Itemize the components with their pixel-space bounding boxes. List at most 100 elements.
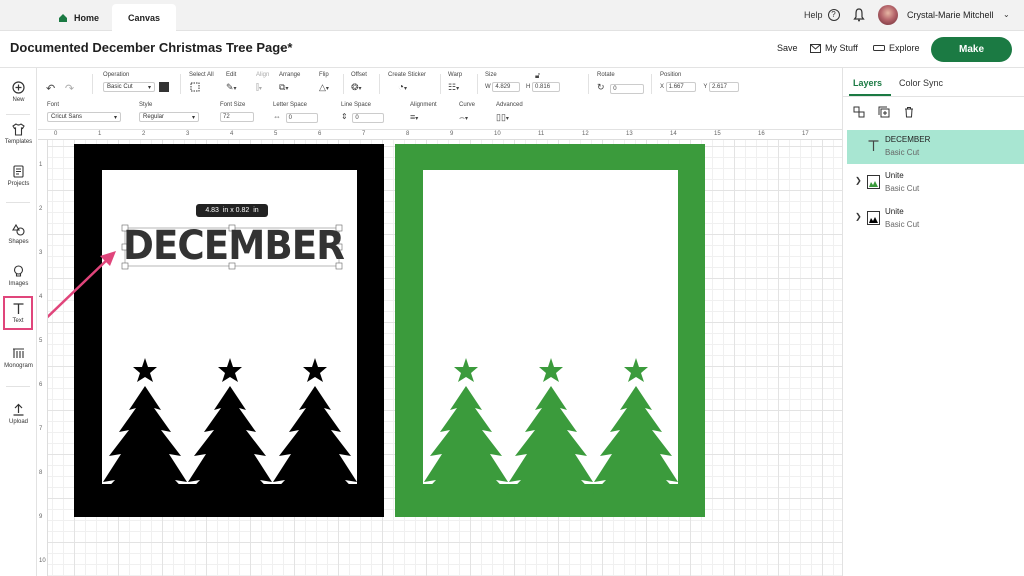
sidebar-item-label: Projects — [7, 181, 30, 187]
ruler-label: 1 — [39, 162, 43, 168]
ruler-label: 8 — [406, 131, 410, 137]
sidebar-item-upload[interactable]: Upload — [0, 394, 37, 434]
divider — [651, 74, 652, 94]
ruler-label: 3 — [186, 131, 190, 137]
tab-home[interactable]: Home — [58, 4, 99, 31]
redo-icon[interactable]: ↷ — [65, 83, 74, 95]
chevron-down-icon[interactable]: ⌄ — [1003, 10, 1010, 19]
horizontal-ruler: 0 1 2 3 4 5 6 7 8 9 10 11 12 13 14 15 16 17 — [38, 130, 842, 140]
divider — [343, 74, 344, 94]
save-button[interactable]: Save — [777, 43, 798, 53]
operation-group: Operation Basic Cut ▾ — [103, 72, 169, 92]
create-sticker-group[interactable]: Create Sticker ◔▾ — [388, 72, 426, 93]
tab-home-label: Home — [74, 12, 100, 23]
operation-select[interactable]: Basic Cut ▾ — [103, 82, 155, 92]
group-icon[interactable] — [853, 106, 865, 118]
sidebar-item-monogram[interactable]: Monogram — [0, 338, 37, 378]
rotate-icon[interactable]: ↻ — [597, 82, 605, 92]
lock-icon[interactable]: 🔓︎ — [535, 71, 540, 81]
alignment-group[interactable]: Alignment ≡▾ — [410, 102, 437, 122]
duplicate-icon[interactable] — [878, 106, 890, 118]
y-label: Y — [703, 84, 708, 90]
design-canvas[interactable]: 4.83 in x 0.82 in DECEMBER — [48, 140, 842, 576]
flip-icon: △ — [319, 82, 326, 92]
divider — [477, 74, 478, 94]
operation-color-swatch[interactable] — [159, 82, 169, 92]
select-all-group[interactable]: Select All — [189, 72, 214, 94]
ruler-label: 13 — [626, 131, 633, 137]
operation-value: Basic Cut — [107, 84, 133, 90]
ruler-label: 9 — [39, 514, 43, 520]
chevron-right-icon[interactable]: ❯ — [855, 176, 862, 185]
explore-button[interactable]: Explore — [873, 43, 920, 53]
sidebar-item-text[interactable]: Text — [3, 296, 33, 330]
layer-item[interactable]: ❯ Unite Basic Cut — [847, 166, 1024, 200]
avatar[interactable] — [878, 5, 898, 25]
style-label: Style — [139, 102, 153, 108]
ruler-label: 15 — [714, 131, 721, 137]
sidebar-item-templates[interactable]: Templates — [0, 114, 37, 154]
make-button[interactable]: Make — [931, 37, 1012, 62]
ruler-label: 5 — [274, 131, 278, 137]
divider — [6, 386, 30, 387]
layer-name: Unite — [885, 171, 904, 180]
y-input[interactable]: 2.617 — [708, 82, 739, 92]
sidebar-item-images[interactable]: Images — [0, 256, 37, 296]
user-name[interactable]: Crystal-Marie Mitchell — [907, 10, 994, 20]
warp-icon: ☷ — [448, 82, 457, 92]
layers-panel: Layers Color Sync DECEMBER Basic Cut ❯ U… — [842, 68, 1024, 576]
bell-icon[interactable] — [853, 8, 865, 22]
december-text[interactable]: DECEMBER — [123, 224, 345, 268]
ruler-label: 10 — [39, 558, 46, 564]
position-group: Position X 1.667 Y 2.617 — [660, 72, 739, 92]
advanced-icon: ▯▯ — [496, 112, 506, 122]
my-stuff-button[interactable]: My Stuff — [810, 43, 858, 53]
align-group[interactable]: Align ⫿▾ — [256, 72, 269, 93]
offset-group[interactable]: Offset ❂▾ — [351, 72, 367, 93]
chevron-down-icon[interactable]: ⌄ — [278, 42, 286, 53]
tab-color-sync[interactable]: Color Sync — [899, 78, 943, 88]
tab-canvas[interactable]: Canvas — [112, 4, 176, 31]
sidebar-item-shapes[interactable]: Shapes — [0, 214, 37, 254]
divider — [92, 74, 93, 94]
layer-item[interactable]: ❯ Unite Basic Cut — [847, 202, 1024, 236]
style-select[interactable]: Regular ▾ — [139, 112, 199, 122]
ruler-label: 16 — [758, 131, 765, 137]
font-select[interactable]: Cricut Sans ▾ — [47, 112, 121, 122]
vertical-ruler: 1 2 3 4 5 6 7 8 9 10 — [38, 140, 48, 576]
line-space-input[interactable]: 0 — [352, 113, 385, 123]
chevron-right-icon[interactable]: ❯ — [855, 212, 862, 221]
left-sidebar: New Templates Projects Shapes Images Tex… — [0, 68, 37, 576]
height-input[interactable]: 0.816 — [532, 82, 561, 92]
curve-group[interactable]: Curve ⌢▾ — [459, 102, 475, 123]
select-all-label: Select All — [189, 72, 214, 78]
sidebar-item-projects[interactable]: Projects — [0, 156, 37, 196]
edit-toolbar: ↶ ↷ Operation Basic Cut ▾ Select All Edit… — [38, 68, 842, 130]
undo-icon[interactable]: ↶ — [46, 83, 55, 95]
document-title[interactable]: Documented December Christmas Tree Page* — [10, 40, 293, 55]
rotate-input[interactable]: 0 — [610, 84, 645, 94]
sidebar-item-new[interactable]: New — [0, 72, 37, 112]
x-input[interactable]: 1.667 — [665, 82, 696, 92]
font-value: Cricut Sans — [51, 114, 83, 120]
chevron-down-icon: ▾ — [147, 84, 151, 91]
letter-space-input[interactable]: 0 — [285, 113, 318, 123]
warp-label: Warp — [448, 72, 463, 78]
offset-label: Offset — [351, 72, 367, 78]
edit-group[interactable]: Edit ✎▾ — [226, 72, 237, 93]
sidebar-item-label: Templates — [4, 139, 33, 145]
style-value: Regular — [143, 114, 165, 120]
help-button[interactable]: Help ? — [804, 9, 840, 21]
font-size-input[interactable]: 72 — [220, 112, 254, 122]
arrange-group[interactable]: Arrange ⧉▾ — [279, 72, 300, 93]
layer-item[interactable]: DECEMBER Basic Cut — [847, 130, 1024, 164]
style-group: Style Regular ▾ — [139, 102, 199, 122]
width-input[interactable]: 4.829 — [492, 82, 521, 92]
tab-layers[interactable]: Layers — [853, 78, 882, 88]
flip-group[interactable]: Flip △▾ — [319, 72, 329, 93]
sidebar-item-label: New — [12, 97, 25, 103]
trash-icon[interactable] — [903, 106, 915, 118]
image-icon — [867, 175, 880, 189]
warp-group[interactable]: Warp ☷▾ — [448, 72, 462, 93]
advanced-group[interactable]: Advanced ▯▯▾ — [496, 102, 523, 123]
